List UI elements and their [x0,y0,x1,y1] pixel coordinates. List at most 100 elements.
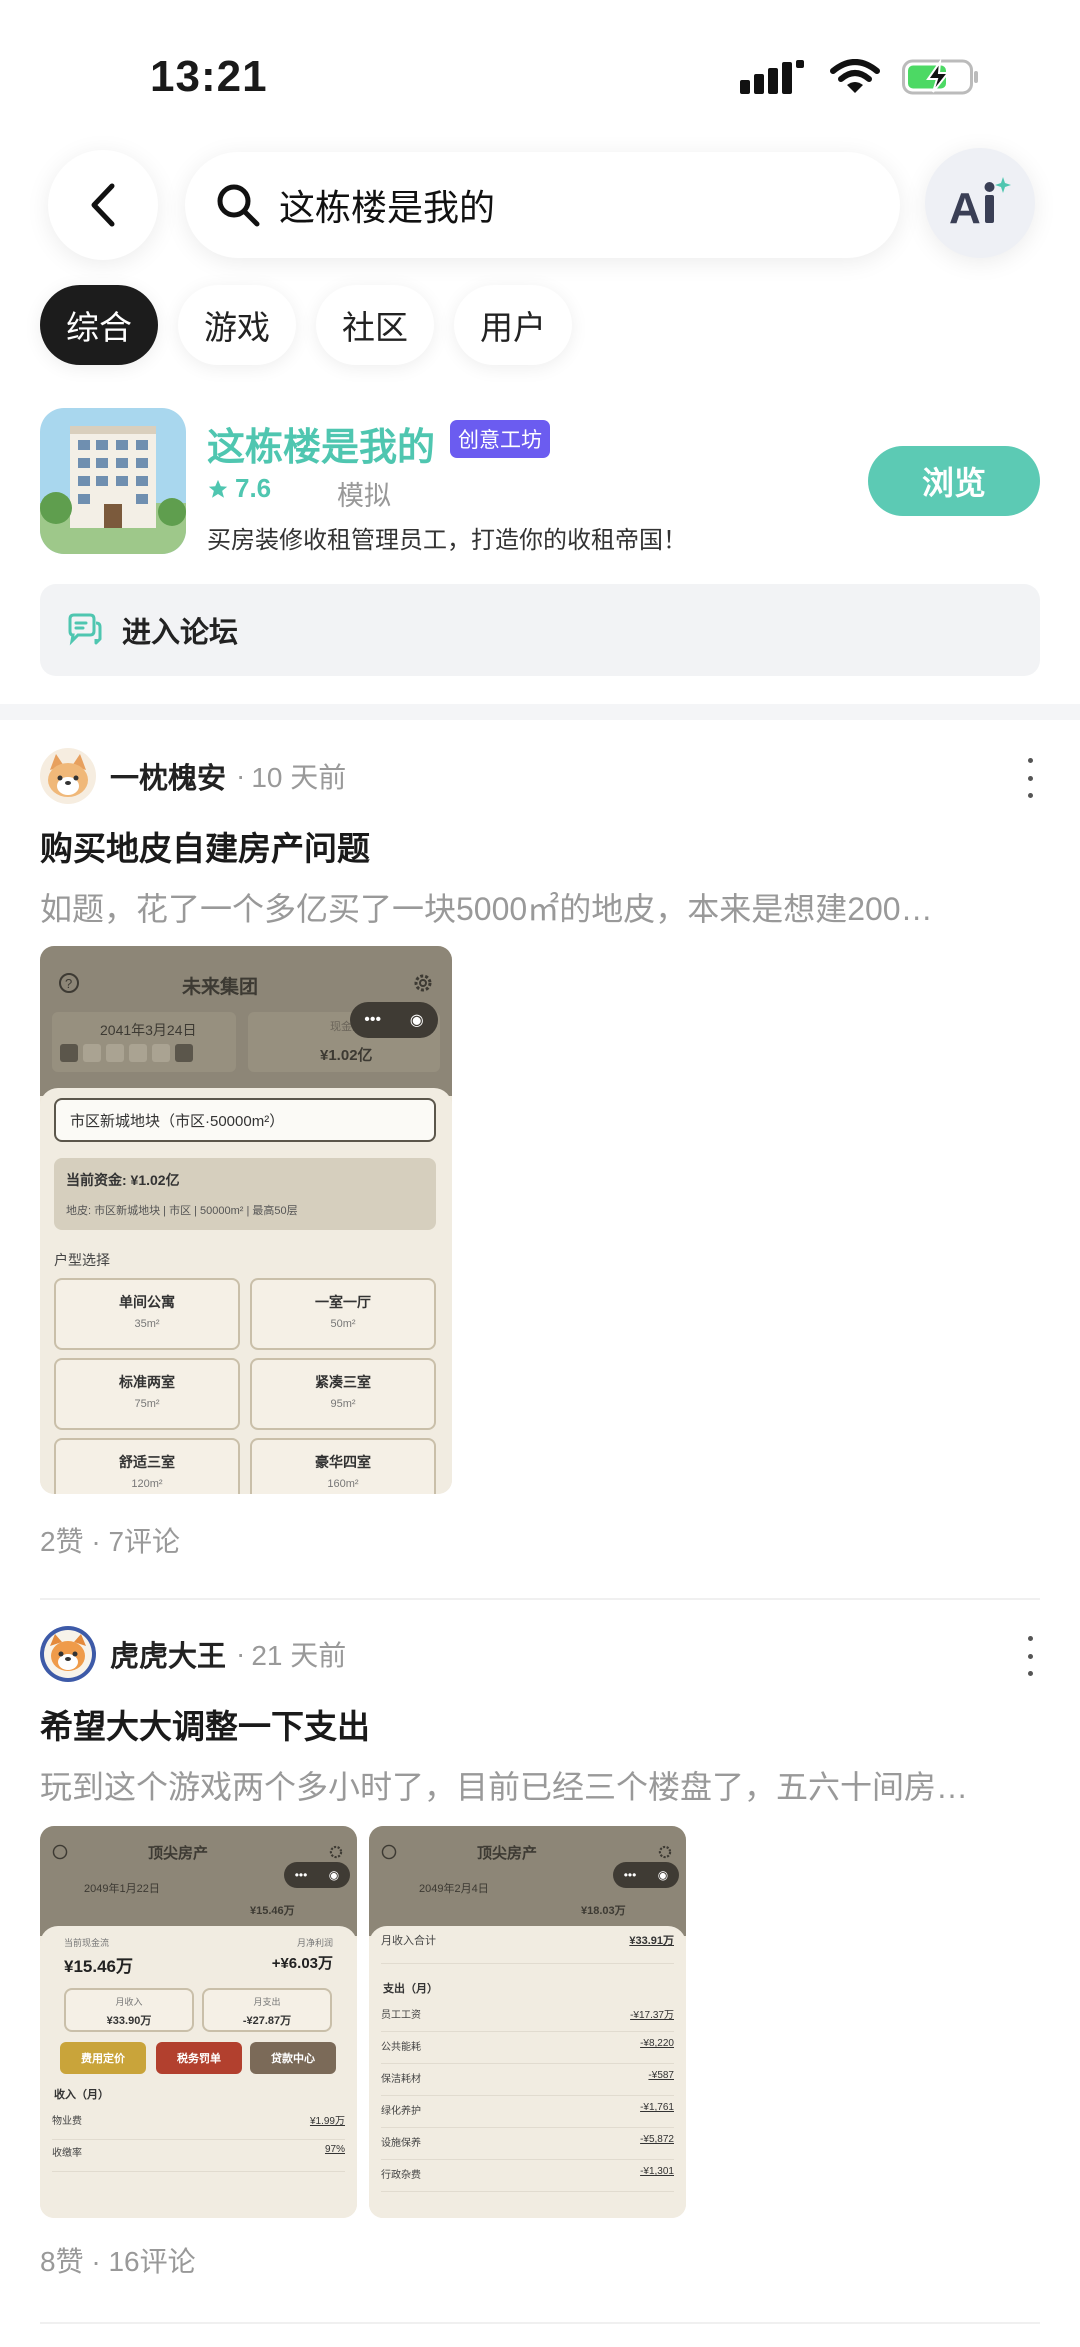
help-icon: ? [59,973,79,993]
row-label: 保洁耗材 [381,2074,421,2085]
tax-fine-button[interactable]: 税务罚单 [156,2042,242,2074]
cash-label: 当前现金流 [64,1938,110,1948]
battery-charging-icon [902,58,978,95]
miniapp-capsule: ••• ◉ [613,1862,679,1888]
browse-button[interactable]: 浏览 [868,446,1040,516]
house-option[interactable]: 一室一厅 50m² [250,1278,436,1350]
company-name: 未来集团 [182,977,259,998]
status-icons [740,58,980,96]
finance-total-row: 月收入合计 ¥33.91万 [381,1932,674,1964]
gear-icon [658,1845,672,1859]
avatar[interactable] [40,1626,96,1682]
house-option[interactable]: 标准两室 75m² [54,1358,240,1430]
filter-tabs: 综合 游戏 社区 用户 [40,285,572,365]
workshop-badge: 创意工坊 [450,420,550,458]
row-label: 收缴率 [52,2148,82,2159]
plot-select[interactable]: 市区新城地块（市区·50000m²） [54,1098,436,1142]
post-card[interactable]: 一枕槐安 · 10 天前 购买地皮自建房产问题 如题，花了一个多亿买了一块500… [40,748,1040,1598]
author-name[interactable]: 一枕槐安 [110,755,226,797]
tab-all[interactable]: 综合 [40,285,158,365]
company-name: 顶尖房产 [148,1845,209,1862]
expense-label: 月支出 [253,1997,281,2007]
row-value: ¥33.91万 [629,1935,674,1947]
more-options-icon[interactable] [1020,758,1040,798]
star-icon [208,479,228,498]
wifi-icon [830,59,880,93]
search-icon [217,184,260,227]
enter-forum-button[interactable]: 进入论坛 [40,584,1040,676]
post-title[interactable]: 希望大大调整一下支出 [40,1700,370,1748]
miniapp-capsule: ••• ◉ [284,1862,350,1888]
house-option[interactable]: 舒适三室 120m² [54,1438,240,1494]
cash-value: ¥15.46万 [64,1957,133,1976]
profit-label: 月净利润 [296,1938,333,1948]
house-option[interactable]: 豪华四室 160m² [250,1438,436,1494]
income-label: 月收入 [115,1997,143,2007]
profit-value: +¥6.03万 [271,1955,333,1972]
status-bar: 13:21 [0,0,1080,150]
author-name[interactable]: 虎虎大王 [110,1633,226,1675]
post-image[interactable]: 顶尖房产 2049年2月4日 ¥18.03万 ••• ◉ 月收入合计 ¥33.91万… [369,1826,686,2218]
income-value: ¥33.90万 [106,2015,152,2027]
finance-row: 员工工资 -¥17.37万 [381,2006,674,2032]
house-option[interactable]: 单间公寓 35m² [54,1278,240,1350]
loan-center-button[interactable]: 贷款中心 [250,2042,336,2074]
pricing-button[interactable]: 费用定价 [60,2042,146,2074]
row-label: 公共能耗 [381,2042,421,2053]
house-option-area: 95m² [330,1398,356,1410]
chevron-left-icon [91,183,115,227]
tab-games[interactable]: 游戏 [178,285,296,365]
section-separator [0,704,1080,720]
game-result-card[interactable]: 这栋楼是我的 创意工坊 7.6 模拟 买房装修收租管理员工，打造你的收租帝国！ … [40,408,1040,558]
more-options-icon[interactable] [1020,1636,1040,1676]
speed-controls [60,1044,193,1062]
row-value: -¥1,761 [640,2102,674,2113]
game-title[interactable]: 这栋楼是我的 [207,416,435,471]
search-header: 这栋楼是我的 A [0,148,1080,270]
forum-label: 进入论坛 [122,617,239,649]
post-stats[interactable]: 2赞 · 7评论 [40,1520,180,1560]
gear-icon [329,1845,343,1859]
search-input[interactable]: 这栋楼是我的 [185,152,900,258]
help-icon [52,1844,68,1860]
post-image[interactable]: 顶尖房产 2049年1月22日 ¥15.46万 ••• ◉ 当前现金流 ¥15.4… [40,1826,357,2218]
house-option[interactable]: 紧凑三室 95m² [250,1358,436,1430]
house-option-name: 一室一厅 [315,1294,371,1310]
post-author[interactable]: 一枕槐安 · 10 天前 [40,748,346,804]
avatar[interactable] [40,748,96,804]
house-option-area: 75m² [134,1398,160,1410]
finance-sheet: 月收入合计 ¥33.91万 支出（月） 员工工资 -¥17.37万 公共能耗 -¥8,… [369,1926,686,2218]
back-button[interactable] [48,150,158,260]
funds-value: ¥15.46万 [250,1905,295,1917]
ai-icon: A [949,177,1011,233]
house-option-area: 120m² [131,1478,163,1490]
post-author[interactable]: 虎虎大王 · 21 天前 [40,1626,346,1682]
finance-row: 收缴率 97% [52,2144,345,2172]
house-option-name: 标准两室 [119,1374,175,1390]
post-title[interactable]: 购买地皮自建房产问题 [40,822,370,870]
ai-assistant-button[interactable]: A [925,148,1035,258]
row-value: ¥1.99万 [309,2116,345,2127]
post-image[interactable]: ? 未来集团 2041年3月24日 现金流 ¥1.02亿 ••• ◉ 市区新城地块… [40,946,452,1494]
tab-users[interactable]: 用户 [454,285,572,365]
expense-section-label: 支出（月） [383,1983,438,1995]
house-option-name: 单间公寓 [119,1294,175,1310]
house-type-sheet: 市区新城地块（市区·50000m²） 当前资金: ¥1.02亿 地皮: 市区新城… [40,1088,452,1494]
finance-row: 物业费 ¥1.99万 [52,2112,345,2140]
house-option-area: 35m² [134,1318,160,1330]
row-value: -¥17.37万 [630,2010,674,2021]
row-label: 绿化养护 [381,2106,421,2117]
game-rating: 7.6 [207,473,271,504]
finance-sheet: 当前现金流 ¥15.46万 月净利润 +¥6.03万 月收入 ¥33.90万 月支… [40,1926,357,2218]
post-time: 10 天前 [251,762,347,793]
row-label: 行政杂费 [381,2170,421,2181]
finance-row: 保洁耗材 -¥587 [381,2070,674,2096]
section-label: 户型选择 [54,1252,110,1268]
forum-chat-icon [68,613,102,646]
funds-value: ¥1.02亿 [320,1047,373,1064]
game-icon [40,408,186,554]
tab-community[interactable]: 社区 [316,285,434,365]
post-stats[interactable]: 8赞 · 16评论 [40,2240,196,2280]
post-divider [40,2322,1040,2324]
post-card[interactable]: 虎虎大王 · 21 天前 希望大大调整一下支出 玩到这个游戏两个多小时了，目前已… [40,1626,1040,2326]
